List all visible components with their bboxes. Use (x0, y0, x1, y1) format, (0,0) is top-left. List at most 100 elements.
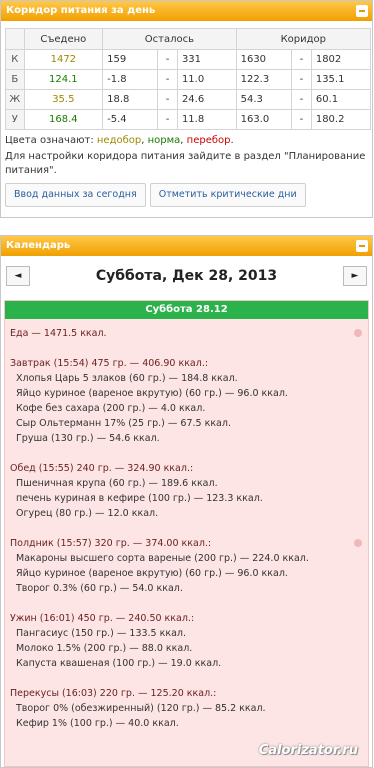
col-corridor-header: Коридор (235, 28, 372, 50)
left-min-value: -1.8 (102, 69, 159, 90)
planning-hint: Для настройки коридора питания зайдите в… (5, 151, 366, 176)
meal-title: Завтрак (15:54) 475 гр. — 406.90 ккал.: (10, 358, 209, 369)
legend-prefix: Цвета означают: (5, 135, 94, 146)
day-total-text: Еда — 1471.5 ккал. (10, 328, 107, 339)
corridor-table: Съедено Осталось Коридор К 1472 159-331 163… (5, 28, 372, 130)
next-day-button[interactable]: ► (343, 266, 367, 286)
food-item: Пшеничная крупа (60 гр.) — 189.6 ккал. (16, 478, 218, 489)
corridor-max-value: 135.1 (310, 69, 372, 90)
food-item: Творог 0% (обезжиренный) (120 гр.) — 85.… (16, 703, 266, 714)
corridor-dash: - (290, 109, 312, 130)
table-row: Б 124.1 -1.8-11.0 122.3-135.1 (5, 69, 372, 90)
corridor-panel: Коридор питания за день Съедено Осталось… (0, 0, 373, 218)
food-item: Хлопья Царь 5 злаков (60 гр.) — 184.8 кк… (16, 373, 238, 384)
row-label: К (5, 49, 25, 70)
corridor-max-value: 60.1 (310, 89, 372, 110)
meal-title: Перекусы (16:03) 220 гр. — 125.20 ккал.: (10, 688, 217, 699)
meal-title: Обед (15:55) 240 гр. — 324.90 ккал.: (10, 463, 194, 474)
food-item: Кофе без сахара (200 гр.) — 4.0 ккал. (16, 403, 206, 414)
delete-dot-icon[interactable] (354, 329, 362, 337)
legend-under: недобор (96, 135, 142, 146)
row-label: Б (5, 69, 25, 90)
meal-header: Завтрак (15:54) 475 гр. — 406.90 ккал.: (10, 356, 368, 371)
table-row: У 168.4 -5.4-11.8 163.0-180.2 (5, 109, 372, 130)
left-min-value: 18.8 (102, 89, 159, 110)
left-min-value: -5.4 (102, 109, 159, 130)
corridor-max-value: 1802 (310, 49, 372, 70)
mark-critical-days-button[interactable]: Отметить критические дни (149, 183, 306, 207)
corridor-min-value: 122.3 (235, 69, 292, 90)
food-item: Творог 0.3% (60 гр.) — 54.0 ккал. (16, 583, 183, 594)
corridor-dash: - (290, 89, 312, 110)
collapse-icon[interactable] (356, 240, 368, 252)
eaten-value: 124.1 (23, 69, 104, 90)
corridor-dash: - (290, 49, 312, 70)
food-item: Молоко 1.5% (200 гр.) — 88.0 ккал. (16, 643, 193, 654)
left-max-value: 11.0 (176, 69, 237, 90)
meal-title: Полдник (15:57) 320 гр. — 374.00 ккал.: (10, 538, 212, 549)
col-eaten-header: Съедено (23, 28, 104, 50)
corridor-min-value: 54.3 (235, 89, 292, 110)
food-item: печень куриная в кефире (100 гр.) — 123.… (16, 493, 263, 504)
left-dash: - (157, 49, 178, 70)
watermark-logo: Calorizator.ru (258, 743, 358, 758)
table-row: Ж 35.5 18.8-24.6 54.3-60.1 (5, 89, 372, 110)
color-legend: Цвета означают: недобор, норма, перебор. (5, 135, 234, 146)
day-details: Суббота 28.12 Еда — 1471.5 ккал. Завтрак… (4, 300, 369, 767)
calendar-panel: Календарь ◄ Суббота, Дек 28, 2013 ► Субб… (0, 235, 373, 768)
left-max-value: 24.6 (176, 89, 237, 110)
current-date: Суббота, Дек 28, 2013 (95, 268, 278, 284)
meal-header: Ужин (16:01) 450 гр. — 240.50 ккал.: (10, 611, 368, 626)
corridor-max-value: 180.2 (310, 109, 372, 130)
left-max-value: 11.8 (176, 109, 237, 130)
corridor-panel-header: Коридор питания за день (1, 1, 372, 21)
corridor-panel-title: Коридор питания за день (6, 5, 156, 16)
food-item: Сыр Ольтерманн 17% (25 гр.) — 67.5 ккал. (16, 418, 231, 429)
calendar-panel-title: Календарь (6, 240, 71, 251)
food-item: Пангасиус (150 гр.) — 133.5 ккал. (16, 628, 187, 639)
table-corner (5, 28, 25, 50)
food-item: Яйцо куриное (вареное вкрутую) (60 гр.) … (16, 388, 288, 399)
corridor-dash: - (290, 69, 312, 90)
enter-today-button[interactable]: Ввод данных за сегодня (5, 183, 146, 207)
table-header-row: Съедено Осталось Коридор (5, 28, 372, 50)
col-left-header: Осталось (102, 28, 237, 50)
left-dash: - (157, 69, 178, 90)
left-dash: - (157, 89, 178, 110)
food-item: Кефир 1% (100 гр.) — 40.0 ккал. (16, 718, 179, 729)
eaten-value: 1472 (23, 49, 104, 70)
meal-header: Обед (15:55) 240 гр. — 324.90 ккал.: (10, 461, 368, 476)
calendar-panel-header: Календарь (1, 236, 372, 256)
eaten-value: 168.4 (23, 109, 104, 130)
date-navigation: ◄ Суббота, Дек 28, 2013 ► (1, 256, 372, 292)
left-min-value: 159 (102, 49, 159, 70)
day-content: Еда — 1471.5 ккал. Завтрак (15:54) 475 г… (5, 319, 368, 731)
food-item: Капуста квашеная (100 гр.) — 19.0 ккал. (16, 658, 222, 669)
prev-day-button[interactable]: ◄ (6, 266, 30, 286)
day-bar: Суббота 28.12 (5, 301, 368, 319)
delete-dot-icon[interactable] (354, 539, 362, 547)
row-label: У (5, 109, 25, 130)
food-item: Огурец (80 гр.) — 12.0 ккал. (16, 508, 159, 519)
left-max-value: 331 (176, 49, 237, 70)
left-dash: - (157, 109, 178, 130)
row-label: Ж (5, 89, 25, 110)
day-total: Еда — 1471.5 ккал. (10, 326, 368, 341)
food-item: Яйцо куриное (вареное вкрутую) (60 гр.) … (16, 568, 288, 579)
legend-over: перебор (186, 135, 231, 146)
collapse-icon[interactable] (356, 5, 368, 17)
corridor-min-value: 163.0 (235, 109, 292, 130)
legend-norm: норма (147, 135, 181, 146)
table-row: К 1472 159-331 1630-1802 (5, 49, 372, 70)
food-item: Макароны высшего сорта вареные (200 гр.)… (16, 553, 309, 564)
eaten-value: 35.5 (23, 89, 104, 110)
meal-header: Полдник (15:57) 320 гр. — 374.00 ккал.: (10, 536, 368, 551)
meal-title: Ужин (16:01) 450 гр. — 240.50 ккал.: (10, 613, 195, 624)
corridor-min-value: 1630 (235, 49, 292, 70)
meal-header: Перекусы (16:03) 220 гр. — 125.20 ккал.: (10, 686, 368, 701)
